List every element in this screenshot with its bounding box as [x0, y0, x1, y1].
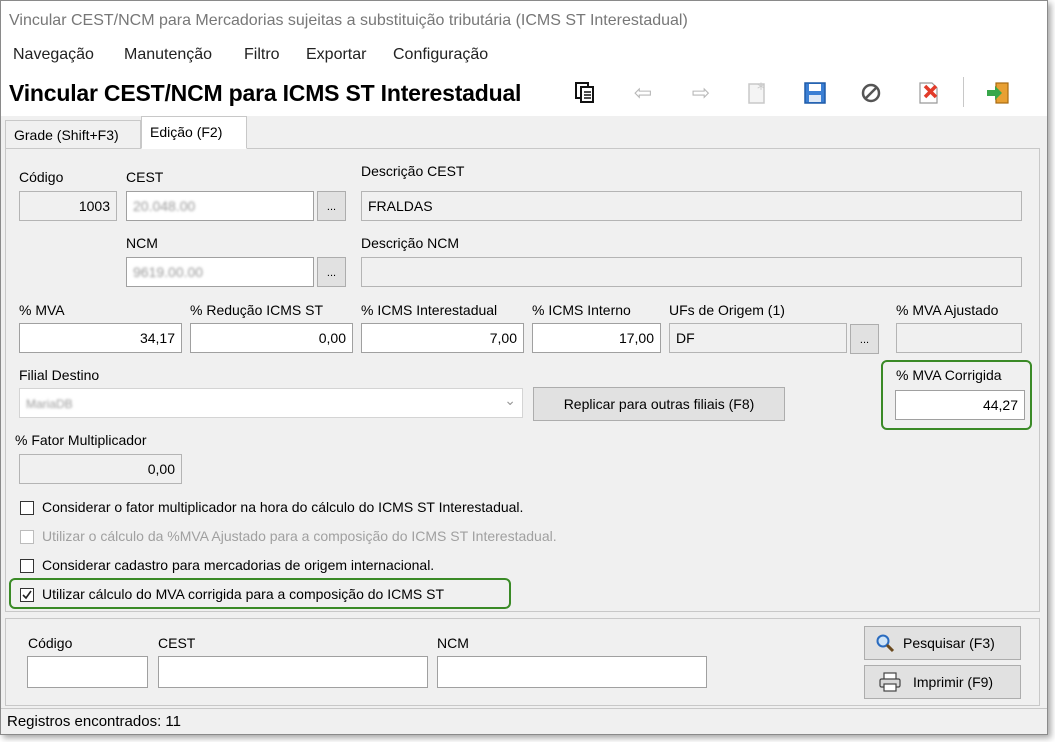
- fator-checkbox-label: Considerar o fator multiplicador na hora…: [42, 499, 524, 515]
- tab-edit[interactable]: Edição (F2): [141, 116, 247, 149]
- chevron-down-icon: ⌄: [504, 392, 516, 408]
- search-cest-input[interactable]: [158, 656, 428, 688]
- search-cest-label: CEST: [158, 635, 196, 651]
- internacional-checkbox[interactable]: [20, 559, 34, 573]
- pesquisar-label: Pesquisar (F3): [903, 635, 995, 651]
- menu-manutencao[interactable]: Manutenção: [124, 46, 212, 64]
- search-panel: Código CEST NCM Pesquisar (F3) Imprimir …: [5, 618, 1040, 706]
- search-codigo-label: Código: [28, 635, 73, 651]
- reducao-label: % Redução ICMS ST: [190, 302, 324, 318]
- ufs-field: DF: [669, 323, 847, 353]
- ufs-value: DF: [676, 330, 695, 346]
- reducao-value: 0,00: [318, 330, 346, 346]
- save-icon[interactable]: [801, 79, 829, 107]
- main-window: Vincular CEST/NCM para Mercadorias sujei…: [0, 0, 1048, 735]
- search-codigo-input[interactable]: [27, 656, 148, 688]
- exit-icon[interactable]: [984, 79, 1012, 107]
- imprimir-button[interactable]: Imprimir (F9): [864, 665, 1021, 699]
- search-ncm-input[interactable]: [437, 656, 707, 688]
- status-text: Registros encontrados: 11: [7, 713, 181, 730]
- desc-cest-value: FRALDAS: [368, 198, 433, 214]
- mva-ajustado-checkbox-label: Utilizar o cálculo da %MVA Ajustado para…: [42, 528, 557, 544]
- ufs-lookup-button[interactable]: ...: [850, 324, 879, 354]
- pesquisar-button[interactable]: Pesquisar (F3): [864, 626, 1021, 660]
- search-ncm-label: NCM: [437, 635, 469, 651]
- menu-exportar[interactable]: Exportar: [306, 46, 366, 64]
- cest-value: 20.048.00: [133, 198, 196, 214]
- icms-inter-value: 7,00: [489, 330, 517, 346]
- tab-grid[interactable]: Grade (Shift+F3): [5, 120, 141, 148]
- fator-value: 0,00: [147, 461, 175, 477]
- imprimir-label: Imprimir (F9): [913, 674, 994, 690]
- desc-ncm-label: Descrição NCM: [361, 235, 460, 251]
- ncm-value: 9619.00.00: [133, 264, 204, 280]
- icms-interno-label: % ICMS Interno: [532, 302, 631, 318]
- tab-edit-label: Edição (F2): [150, 124, 223, 140]
- mva-corrigida-checkbox-highlight: [9, 578, 511, 609]
- mva-corrigida-highlight: [881, 360, 1032, 430]
- filial-select[interactable]: MariaDB ⌄: [19, 388, 523, 418]
- codigo-label: Código: [19, 169, 64, 185]
- desc-cest-label: Descrição CEST: [361, 163, 465, 179]
- codigo-value: 1003: [78, 198, 110, 214]
- fator-label: % Fator Multiplicador: [15, 432, 147, 448]
- toolbar: Vincular CEST/NCM para ICMS ST Interesta…: [1, 69, 1047, 116]
- internacional-checkbox-label: Considerar cadastro para mercadorias de …: [42, 557, 435, 573]
- filial-value: MariaDB: [26, 397, 73, 411]
- back-arrow-icon[interactable]: ⇦: [629, 79, 657, 107]
- icms-inter-field[interactable]: 7,00: [361, 323, 524, 353]
- ufs-label: UFs de Origem (1): [669, 302, 785, 318]
- replicar-button[interactable]: Replicar para outras filiais (F8): [533, 387, 785, 421]
- ncm-field[interactable]: 9619.00.00: [126, 257, 314, 287]
- forward-arrow-icon[interactable]: ⇨: [687, 79, 715, 107]
- mva-value: 34,17: [139, 330, 175, 346]
- search-icon: [875, 633, 895, 656]
- tab-grid-label: Grade (Shift+F3): [14, 127, 119, 143]
- reducao-field[interactable]: 0,00: [190, 323, 353, 353]
- svg-text:*: *: [757, 80, 765, 98]
- fator-checkbox[interactable]: [20, 501, 34, 515]
- menu-bar: Navegação Manutenção Filtro Exportar Con…: [1, 39, 1047, 69]
- menu-configuracao[interactable]: Configuração: [393, 46, 488, 64]
- mva-ajustado-label: % MVA Ajustado: [896, 302, 999, 318]
- new-icon[interactable]: *: [744, 79, 772, 107]
- menu-navegacao[interactable]: Navegação: [13, 46, 94, 64]
- printer-icon: [879, 672, 901, 695]
- icms-inter-label: % ICMS Interestadual: [361, 302, 498, 318]
- ncm-lookup-button[interactable]: ...: [317, 257, 346, 287]
- mva-ajustado-checkbox[interactable]: [20, 530, 34, 544]
- toolbar-separator: [963, 77, 964, 107]
- mva-label: % MVA: [19, 302, 65, 318]
- cancel-icon[interactable]: [857, 79, 885, 107]
- page-title: Vincular CEST/NCM para ICMS ST Interesta…: [9, 80, 522, 106]
- copy-icon[interactable]: [571, 79, 599, 107]
- desc-ncm-field: [361, 257, 1022, 287]
- delete-icon[interactable]: [915, 79, 943, 107]
- status-bar: Registros encontrados: 11: [1, 708, 1047, 734]
- mva-field[interactable]: 34,17: [19, 323, 182, 353]
- window-title: Vincular CEST/NCM para Mercadorias sujei…: [9, 12, 688, 29]
- codigo-field: 1003: [19, 191, 117, 221]
- icms-interno-field[interactable]: 17,00: [532, 323, 661, 353]
- title-bar: Vincular CEST/NCM para Mercadorias sujei…: [1, 1, 1047, 39]
- filial-label: Filial Destino: [19, 367, 100, 383]
- cest-field[interactable]: 20.048.00: [126, 191, 314, 221]
- ncm-label: NCM: [126, 235, 158, 251]
- cest-lookup-button[interactable]: ...: [317, 191, 346, 221]
- mva-ajustado-field: [896, 323, 1022, 353]
- cest-label: CEST: [126, 169, 164, 185]
- menu-filtro[interactable]: Filtro: [244, 46, 280, 64]
- desc-cest-field: FRALDAS: [361, 191, 1022, 221]
- icms-interno-value: 17,00: [618, 330, 654, 346]
- fator-field: 0,00: [19, 454, 182, 484]
